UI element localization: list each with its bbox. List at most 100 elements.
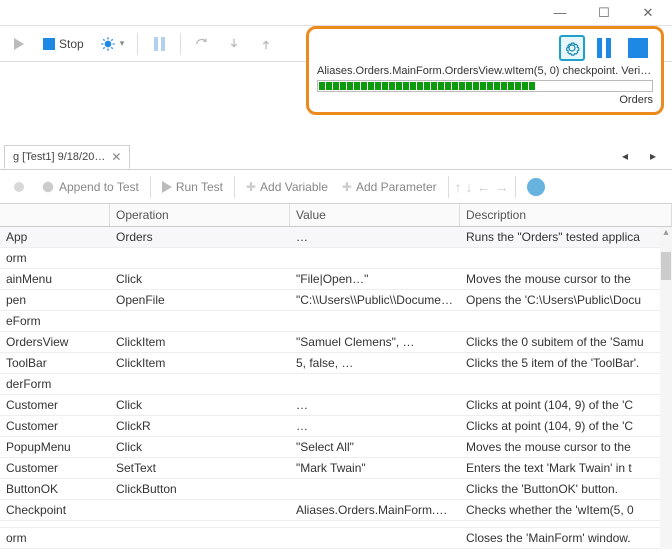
window-maximize[interactable]: ☐	[582, 1, 626, 25]
table-row[interactable]: ainMenuClick"File|Open…"Moves the mouse …	[0, 269, 672, 290]
tab-test1[interactable]: g [Test1] 9/18/20… ✕	[4, 145, 130, 169]
cell-c2: SetText	[110, 458, 290, 478]
table-row[interactable]: ButtonOKClickButtonClicks the 'ButtonOK'…	[0, 479, 672, 500]
cell-c2	[110, 500, 290, 520]
pause-button[interactable]	[146, 31, 172, 57]
speech-button[interactable]	[522, 174, 550, 200]
step-over-button[interactable]	[189, 31, 215, 57]
table-row[interactable]: CustomerClick…Clicks at point (104, 9) o…	[0, 395, 672, 416]
table-row[interactable]	[0, 521, 672, 528]
cell-c4: Moves the mouse cursor to the	[460, 437, 672, 457]
cell-c4	[460, 248, 672, 268]
append-to-test-button[interactable]: Append to Test	[36, 174, 144, 200]
col-value[interactable]: Value	[290, 204, 460, 226]
progress-bar	[317, 80, 653, 92]
cell-c1: App	[0, 227, 110, 247]
cell-c1: Customer	[0, 395, 110, 415]
cell-c2: ClickItem	[110, 332, 290, 352]
run-label: Run Test	[176, 180, 223, 194]
play-button[interactable]	[6, 31, 32, 57]
cell-c4: Clicks the 0 subitem of the 'Samu	[460, 332, 672, 352]
cell-c4	[460, 311, 672, 331]
progress-pause-button[interactable]	[591, 35, 617, 61]
cell-c4: Opens the 'C:\Users\Public\Docu	[460, 290, 672, 310]
cell-c2: Click	[110, 437, 290, 457]
progress-item-label: Orders	[317, 94, 653, 106]
scrollbar-thumb[interactable]	[661, 252, 671, 280]
test-toolbar: Append to Test Run Test ✚ Add Variable ✚…	[0, 170, 672, 204]
table-row[interactable]: ToolBarClickItem5, false, …Clicks the 5 …	[0, 353, 672, 374]
col-operation[interactable]: Operation	[110, 204, 290, 226]
addparam-label: Add Parameter	[356, 180, 437, 194]
table-row[interactable]: orm	[0, 248, 672, 269]
debug-button[interactable]: ▾	[95, 31, 130, 57]
cell-c2: Orders	[110, 227, 290, 247]
window-close[interactable]: ✕	[626, 1, 670, 25]
vertical-scrollbar[interactable]: ▴	[660, 227, 672, 549]
cell-c4: Clicks the 'ButtonOK' button.	[460, 479, 672, 499]
table-row[interactable]: ormCloses the 'MainForm' window.	[0, 528, 672, 549]
cell-c3	[290, 528, 460, 548]
grid-body: ▴ AppOrders…Runs the "Orders" tested app…	[0, 227, 672, 549]
cell-c4	[460, 521, 672, 527]
table-row[interactable]: derForm	[0, 374, 672, 395]
cell-c2	[110, 311, 290, 331]
stop-button[interactable]: Stop	[38, 31, 89, 57]
tab-scroll-right[interactable]: ▸	[640, 143, 666, 169]
cell-c4: Enters the text 'Mark Twain' in t	[460, 458, 672, 478]
col-description[interactable]: Description	[460, 204, 672, 226]
cell-c2: ClickItem	[110, 353, 290, 373]
cell-c2	[110, 374, 290, 394]
addvar-label: Add Variable	[260, 180, 328, 194]
cell-c1: derForm	[0, 374, 110, 394]
window-minimize[interactable]: —	[538, 1, 582, 25]
table-row[interactable]: CheckpointAliases.Orders.MainForm.Orders…	[0, 500, 672, 521]
table-row[interactable]: PopupMenuClick"Select All"Moves the mous…	[0, 437, 672, 458]
add-parameter-button[interactable]: ✚ Add Parameter	[337, 174, 442, 200]
tab-close-icon[interactable]: ✕	[111, 150, 121, 164]
step-into-button[interactable]	[221, 31, 247, 57]
cell-c3	[290, 311, 460, 331]
cell-c1: Customer	[0, 458, 110, 478]
cell-c3	[290, 374, 460, 394]
step-out-button[interactable]	[253, 31, 279, 57]
move-up-icon[interactable]: ↑	[455, 179, 462, 195]
cell-c3: "C:\\Users\\Public\\Documents\\	[290, 290, 460, 310]
cell-c1: ainMenu	[0, 269, 110, 289]
cell-c3: "Mark Twain"	[290, 458, 460, 478]
table-row[interactable]: eForm	[0, 311, 672, 332]
table-row[interactable]: OrdersViewClickItem"Samuel Clemens", …Cl…	[0, 332, 672, 353]
cell-c3: "Samuel Clemens", …	[290, 332, 460, 352]
record-button[interactable]	[6, 174, 32, 200]
cell-c1: eForm	[0, 311, 110, 331]
move-down-icon[interactable]: ↓	[466, 179, 473, 195]
cell-c1: Checkpoint	[0, 500, 110, 520]
table-row[interactable]: CustomerClickR…Clicks at point (104, 9) …	[0, 416, 672, 437]
cell-c2	[110, 528, 290, 548]
cell-c1: ButtonOK	[0, 479, 110, 499]
cell-c3: 5, false, …	[290, 353, 460, 373]
cell-c4: Clicks the 5 item of the 'ToolBar'.	[460, 353, 672, 373]
cell-c4: Closes the 'MainForm' window.	[460, 528, 672, 548]
tabbar: g [Test1] 9/18/20… ✕ ◂ ▸	[0, 142, 672, 170]
progress-stop-button[interactable]	[623, 35, 653, 61]
settings-button[interactable]	[559, 35, 585, 61]
add-variable-button[interactable]: ✚ Add Variable	[241, 174, 333, 200]
cell-c4: Runs the "Orders" tested applica	[460, 227, 672, 247]
progress-status-text: Aliases.Orders.MainForm.OrdersView.wItem…	[317, 65, 653, 77]
cell-c3: "File|Open…"	[290, 269, 460, 289]
tab-scroll-left[interactable]: ◂	[612, 143, 638, 169]
table-row[interactable]: AppOrders…Runs the "Orders" tested appli…	[0, 227, 672, 248]
cell-c2: OpenFile	[110, 290, 290, 310]
table-row[interactable]: penOpenFile"C:\\Users\\Public\\Documents…	[0, 290, 672, 311]
cell-c1: orm	[0, 248, 110, 268]
col-item[interactable]	[0, 204, 110, 226]
cell-c4: Moves the mouse cursor to the	[460, 269, 672, 289]
move-right-icon[interactable]: →	[495, 179, 509, 195]
cell-c2: ClickR	[110, 416, 290, 436]
operations-grid: Operation Value Description ▴ AppOrders……	[0, 204, 672, 549]
table-row[interactable]: CustomerSetText"Mark Twain"Enters the te…	[0, 458, 672, 479]
move-left-icon[interactable]: ←	[477, 179, 491, 195]
cell-c3: …	[290, 227, 460, 247]
run-test-button[interactable]: Run Test	[157, 174, 228, 200]
